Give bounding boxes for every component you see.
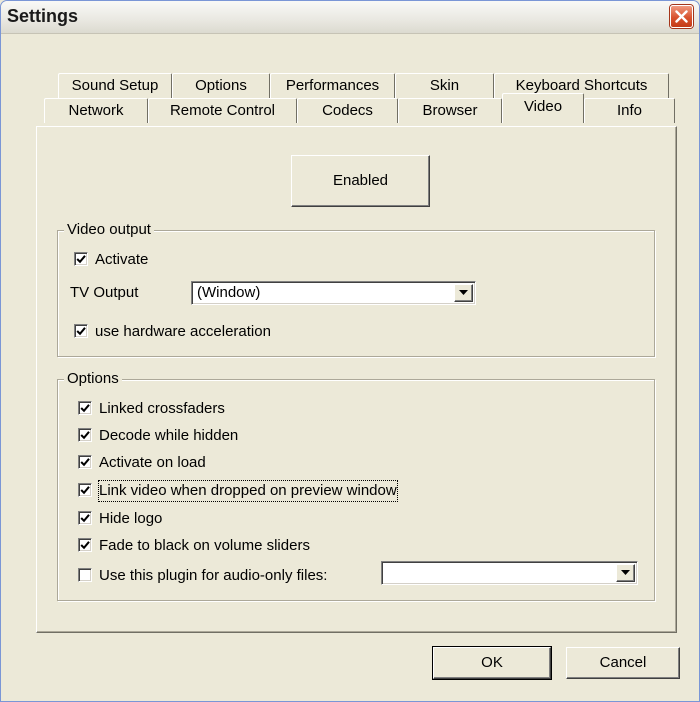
chevron-down-icon	[621, 570, 630, 575]
tab-label: Codecs	[322, 102, 373, 119]
checkbox-label: Link video when dropped on preview windo…	[98, 480, 398, 502]
tab-info[interactable]: Info	[584, 98, 675, 123]
checkbox-label: Activate	[95, 251, 149, 268]
checkbox[interactable]	[78, 568, 92, 582]
tab-label: Info	[616, 102, 643, 119]
close-icon	[675, 10, 688, 23]
tab-network[interactable]: Network	[44, 98, 148, 123]
checkbox-label: Fade to black on volume sliders	[99, 537, 310, 554]
checkmark-icon	[80, 541, 90, 550]
tab-label: Sound Setup	[71, 77, 159, 94]
checkmark-icon	[76, 327, 86, 336]
dropdown-button[interactable]	[454, 284, 473, 302]
tab-video[interactable]: Video	[502, 93, 584, 123]
checkbox[interactable]	[78, 538, 92, 552]
button-label: Cancel	[599, 654, 647, 671]
checkbox-label: Linked crossfaders	[99, 400, 225, 417]
group-label: Video output	[64, 221, 154, 238]
checkmark-icon	[76, 255, 86, 264]
close-button[interactable]	[670, 5, 693, 28]
tab-label: Network	[68, 102, 124, 119]
button-label: Enabled	[332, 172, 389, 189]
tv-output-label: TV Output	[70, 284, 139, 301]
group-label: Options	[64, 370, 122, 387]
window-title: Settings	[7, 6, 79, 26]
tab-label: Options	[195, 77, 247, 94]
tv-output-select[interactable]: (Window)	[191, 281, 476, 305]
checkmark-icon	[80, 458, 90, 467]
checkbox[interactable]	[78, 511, 92, 525]
checkmark-icon	[80, 431, 90, 440]
checkbox[interactable]	[78, 483, 92, 497]
dropdown-button[interactable]	[616, 564, 635, 582]
audio-plugin-select[interactable]	[381, 561, 638, 585]
tab-label: Performances	[285, 77, 380, 94]
checkbox-label: Decode while hidden	[99, 427, 239, 444]
checkmark-icon	[80, 404, 90, 413]
settings-window: Settings Sound Setup Options Performance…	[0, 0, 700, 702]
tv-output-value: (Window)	[197, 284, 261, 301]
tab-performances[interactable]: Performances	[270, 73, 395, 98]
tab-codecs[interactable]: Codecs	[297, 98, 398, 123]
checkbox[interactable]	[78, 401, 92, 415]
title-bar[interactable]: Settings	[1, 1, 699, 34]
tab-label: Remote Control	[169, 102, 276, 119]
tab-skin[interactable]: Skin	[395, 73, 494, 98]
tab-label: Skin	[429, 77, 460, 94]
checkbox[interactable]	[74, 252, 88, 266]
checkbox[interactable]	[74, 324, 88, 338]
tab-sound-setup[interactable]: Sound Setup	[58, 73, 172, 98]
checkbox-label: use hardware acceleration	[95, 323, 271, 340]
tab-options[interactable]: Options	[172, 73, 270, 98]
ok-button[interactable]: OK	[432, 646, 552, 680]
tab-label: Video	[523, 98, 563, 115]
cancel-button[interactable]: Cancel	[566, 647, 680, 679]
enabled-button[interactable]: Enabled	[291, 155, 430, 207]
checkmark-icon	[80, 514, 90, 523]
tab-browser[interactable]: Browser	[398, 98, 502, 123]
checkbox[interactable]	[78, 455, 92, 469]
tab-remote-control[interactable]: Remote Control	[148, 98, 297, 123]
checkbox-label: Activate on load	[99, 454, 206, 471]
checkbox-label: Hide logo	[99, 510, 163, 527]
checkbox[interactable]	[78, 428, 92, 442]
checkmark-icon	[80, 486, 90, 495]
tab-label: Keyboard Shortcuts	[515, 77, 648, 94]
checkbox-label: Use this plugin for audio-only files:	[99, 567, 328, 584]
tab-label: Browser	[422, 102, 478, 119]
button-label: OK	[481, 654, 503, 671]
chevron-down-icon	[459, 290, 468, 295]
